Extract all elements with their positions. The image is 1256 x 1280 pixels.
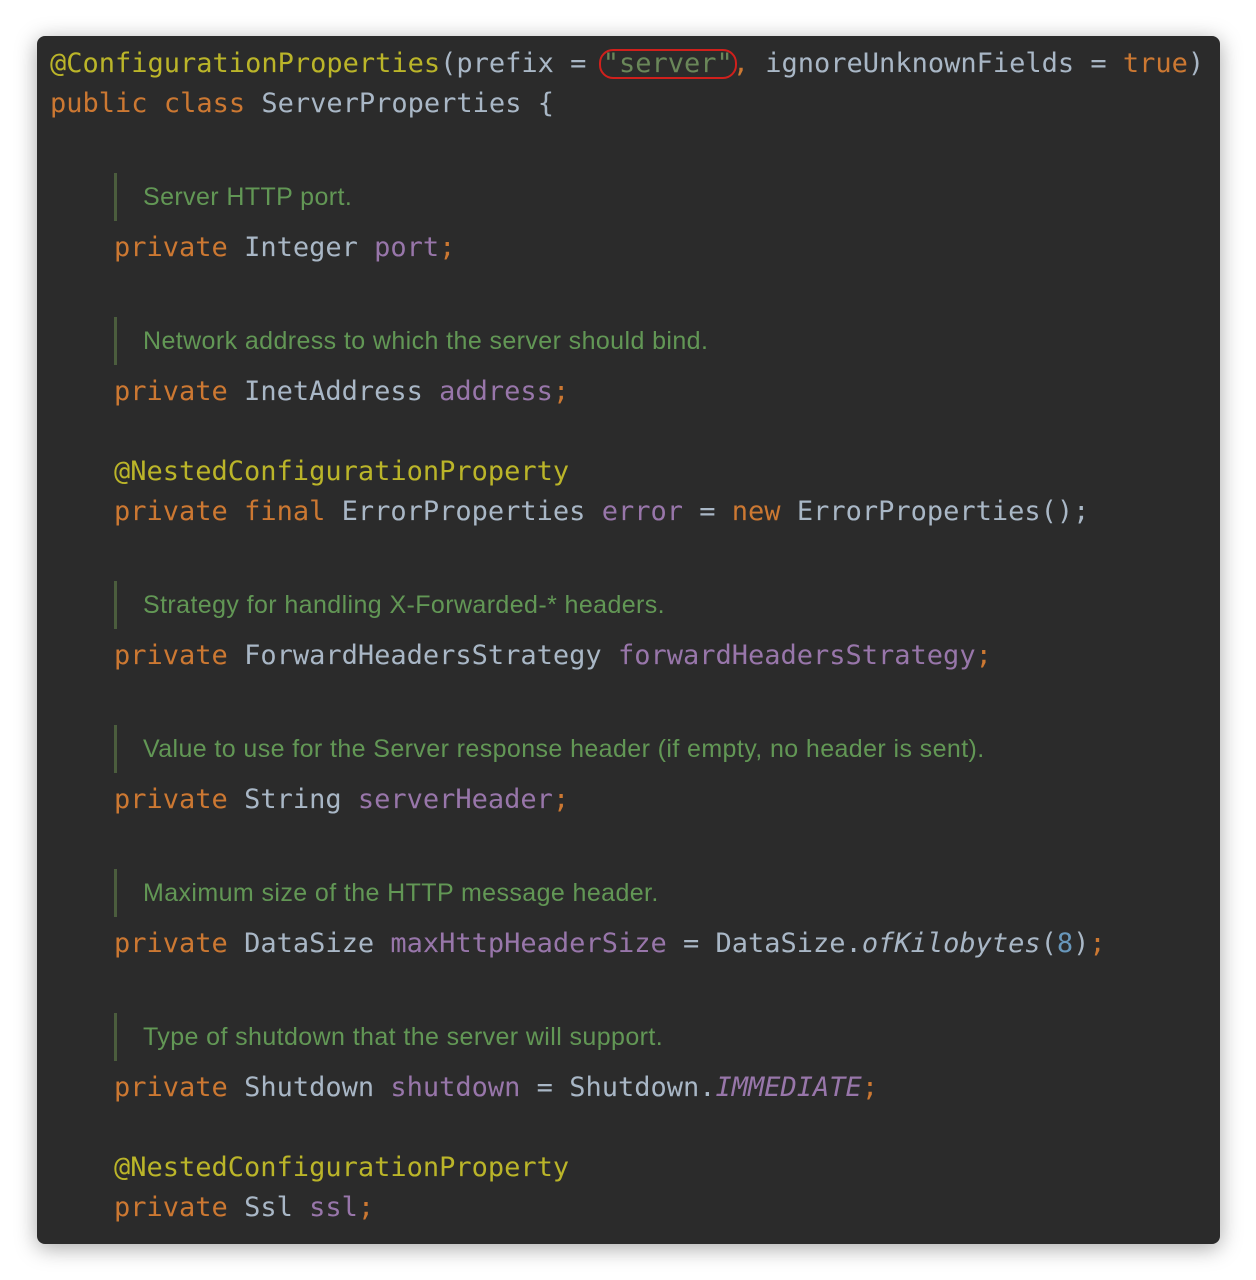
- static-method-call: ofKilobytes: [861, 928, 1041, 959]
- code-editor: @ConfigurationProperties(prefix = "serve…: [37, 36, 1220, 1244]
- annotation-token: @NestedConfigurationProperty: [114, 456, 570, 487]
- doc-comment: Maximum size of the HTTP message header.: [114, 869, 658, 917]
- code-token: (prefix =: [440, 48, 603, 79]
- private-keyword: private: [114, 640, 228, 671]
- code-line-class-declaration: public class ServerProperties {: [50, 84, 554, 124]
- annotation-token: @ConfigurationProperties: [50, 48, 441, 79]
- field-declaration-ssl: private Ssl ssl;: [114, 1192, 375, 1223]
- field-name: shutdown: [390, 1072, 521, 1103]
- private-keyword: private: [114, 1192, 228, 1223]
- code-line-annotation: @ConfigurationProperties(prefix = "serve…: [50, 44, 1204, 84]
- doc-comment-text: Value to use for the Server response hea…: [143, 735, 985, 763]
- private-keyword: private: [114, 232, 228, 263]
- field-type: Shutdown: [244, 1072, 375, 1103]
- field-declaration-shutdown: private Shutdown shutdown = Shutdown.IMM…: [114, 1072, 879, 1103]
- doc-comment-text: Type of shutdown that the server will su…: [143, 1023, 664, 1051]
- field-name: port: [374, 232, 440, 263]
- private-keyword: private: [114, 496, 228, 527]
- doc-comment-text: Server HTTP port.: [143, 183, 353, 211]
- field-type: InetAddress: [244, 376, 423, 407]
- final-keyword: final: [244, 496, 326, 527]
- private-keyword: private: [114, 1072, 228, 1103]
- field-declaration-address: private InetAddress address;: [114, 376, 570, 407]
- field-type: Integer: [244, 232, 358, 263]
- doc-comment-text: Strategy for handling X-Forwarded-* head…: [143, 591, 666, 619]
- class-reference: DataSize.: [715, 928, 862, 959]
- field-declaration-server-header: private String serverHeader;: [114, 784, 570, 815]
- enum-constant: IMMEDIATE: [715, 1072, 862, 1103]
- field-name: forwardHeadersStrategy: [617, 640, 976, 671]
- doc-comment: Value to use for the Server response hea…: [114, 725, 984, 773]
- field-name: serverHeader: [357, 784, 553, 815]
- field-declaration-error: private final ErrorProperties error = ne…: [114, 496, 1090, 527]
- doc-comment: Network address to which the server shou…: [114, 317, 708, 365]
- doc-comment: Type of shutdown that the server will su…: [114, 1013, 663, 1061]
- private-keyword: private: [114, 928, 228, 959]
- field-name: ssl: [309, 1192, 358, 1223]
- code-token: ): [1187, 48, 1205, 79]
- field-type: ForwardHeadersStrategy: [244, 640, 602, 671]
- prefix-value-highlight: "server": [598, 49, 737, 79]
- class-reference: Shutdown.: [569, 1072, 716, 1103]
- new-keyword: new: [731, 496, 781, 527]
- class-name: ServerProperties {: [261, 88, 554, 119]
- public-keyword: public: [50, 88, 148, 119]
- field-declaration-forward-headers-strategy: private ForwardHeadersStrategy forwardHe…: [114, 640, 992, 671]
- doc-comment: Server HTTP port.: [114, 173, 352, 221]
- field-type: String: [244, 784, 342, 815]
- field-type: ErrorProperties: [341, 496, 586, 527]
- private-keyword: private: [114, 376, 228, 407]
- true-keyword: true: [1122, 48, 1188, 79]
- field-declaration-max-http-header-size: private DataSize maxHttpHeaderSize = Dat…: [114, 928, 1106, 959]
- doc-comment: Strategy for handling X-Forwarded-* head…: [114, 581, 665, 629]
- nested-annotation: @NestedConfigurationProperty: [114, 452, 569, 492]
- annotation-token: @NestedConfigurationProperty: [114, 1152, 570, 1183]
- code-token: ignoreUnknownFields =: [749, 48, 1123, 79]
- field-name: maxHttpHeaderSize: [390, 928, 667, 959]
- field-declaration-port: private Integer port;: [114, 232, 456, 263]
- field-name: error: [601, 496, 683, 527]
- comma-token: ,: [732, 48, 750, 79]
- private-keyword: private: [114, 784, 228, 815]
- constructor-call: ErrorProperties();: [796, 496, 1090, 527]
- doc-comment-text: Maximum size of the HTTP message header.: [143, 879, 659, 907]
- field-type: DataSize: [244, 928, 375, 959]
- field-name: address: [439, 376, 553, 407]
- field-type: Ssl: [244, 1192, 293, 1223]
- nested-annotation: @NestedConfigurationProperty: [114, 1148, 569, 1188]
- doc-comment-text: Network address to which the server shou…: [143, 327, 709, 355]
- class-keyword: class: [163, 88, 246, 119]
- number-literal: 8: [1056, 928, 1074, 959]
